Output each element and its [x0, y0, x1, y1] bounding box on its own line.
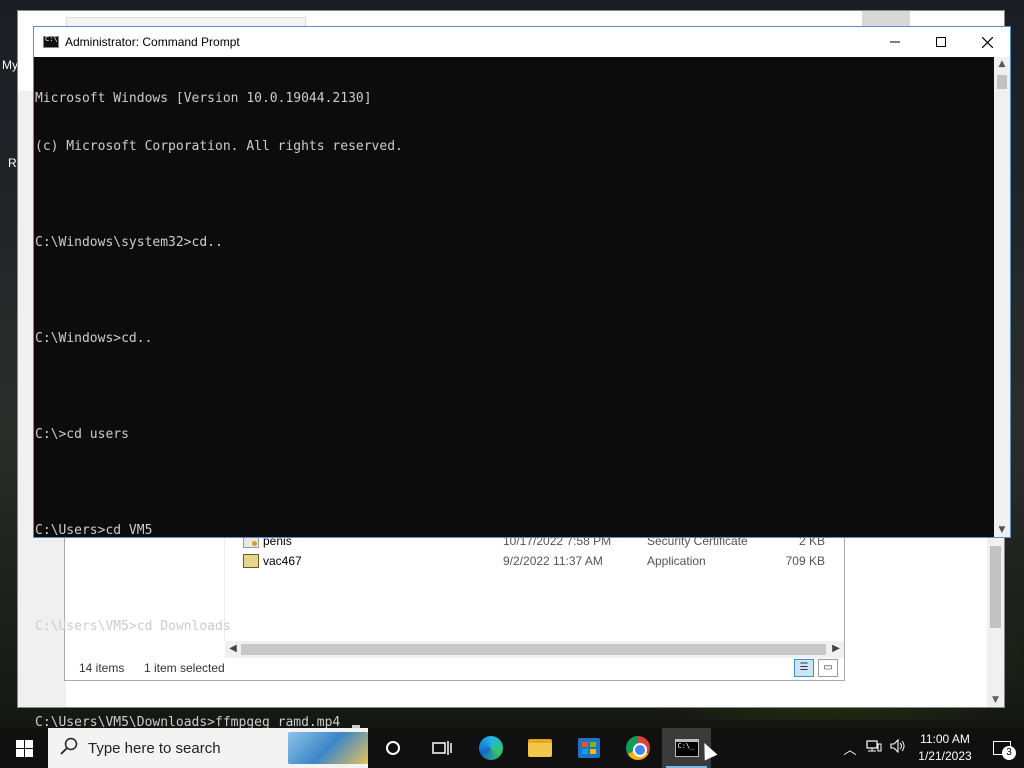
search-placeholder: Type here to search [88, 739, 221, 757]
console-line: Microsoft Windows [Version 10.0.19044.21… [35, 91, 372, 106]
console-line: C:\Windows\system32>cd.. [35, 235, 223, 250]
edge-icon [478, 736, 503, 760]
console-output[interactable]: Microsoft Windows [Version 10.0.19044.21… [34, 57, 994, 730]
console-line: (c) Microsoft Corporation. All rights re… [35, 139, 403, 154]
action-center-button[interactable]: 3 [980, 728, 1024, 768]
console-line: C:\Users>cd VM5 [35, 523, 153, 538]
close-button[interactable] [964, 27, 1010, 57]
file-explorer-icon [527, 739, 552, 757]
cortana-icon [385, 741, 400, 755]
clock-time: 11:00 AM [920, 732, 970, 746]
volume-icon[interactable] [886, 738, 910, 757]
title-bar[interactable]: Administrator: Command Prompt [34, 27, 1010, 57]
search-icon [60, 737, 82, 759]
maximize-icon [936, 37, 946, 47]
console-line: C:\>cd users [35, 427, 129, 442]
taskbar-search-box[interactable]: Type here to search [48, 728, 368, 768]
close-icon [981, 36, 993, 48]
windows-logo-icon [15, 739, 33, 757]
cortana-button[interactable] [368, 728, 417, 768]
clock-date: 1/21/2023 [918, 749, 972, 763]
store-taskbar-button[interactable] [564, 728, 613, 768]
network-icon[interactable] [862, 739, 886, 757]
chrome-icon [625, 736, 650, 760]
edge-taskbar-button[interactable] [466, 728, 515, 768]
taskbar-clock[interactable]: 11:00 AM 1/21/2023 [910, 731, 980, 765]
command-prompt-window[interactable]: Administrator: Command Prompt Microsoft … [33, 26, 1011, 730]
minimize-icon [890, 41, 900, 43]
scroll-down-arrow-icon[interactable]: ▼ [994, 525, 1010, 535]
task-view-icon [431, 741, 452, 755]
desktop-icon-label[interactable]: My [2, 58, 18, 72]
maximize-button[interactable] [918, 27, 964, 57]
system-tray: ︿ 11:00 AM 1/21/2023 3 [838, 728, 1024, 768]
task-view-button[interactable] [417, 728, 466, 768]
command-prompt-icon [43, 35, 59, 48]
store-icon [577, 738, 600, 758]
scroll-up-arrow-icon[interactable]: ▲ [994, 59, 1010, 69]
start-button[interactable] [0, 728, 48, 768]
search-highlight-image[interactable] [288, 732, 368, 764]
scrollbar-thumb[interactable] [997, 75, 1007, 89]
command-prompt-icon: C:\_ [674, 739, 699, 757]
chrome-taskbar-button[interactable] [613, 728, 662, 768]
console-line: C:\Users\VM5>cd Downloads [35, 619, 231, 634]
window-title: Administrator: Command Prompt [65, 35, 240, 49]
console-vertical-scrollbar[interactable]: ▲ ▼ [994, 57, 1010, 537]
file-explorer-taskbar-button[interactable] [515, 728, 564, 768]
notification-count: 3 [1002, 746, 1016, 760]
chevron-up-icon[interactable]: ︿ [838, 739, 862, 758]
console-line: C:\Windows>cd.. [35, 331, 153, 346]
minimize-button[interactable] [872, 27, 918, 57]
taskbar: Type here to search C:\_ ︿ 11:00 AM 1/21… [0, 728, 1024, 768]
